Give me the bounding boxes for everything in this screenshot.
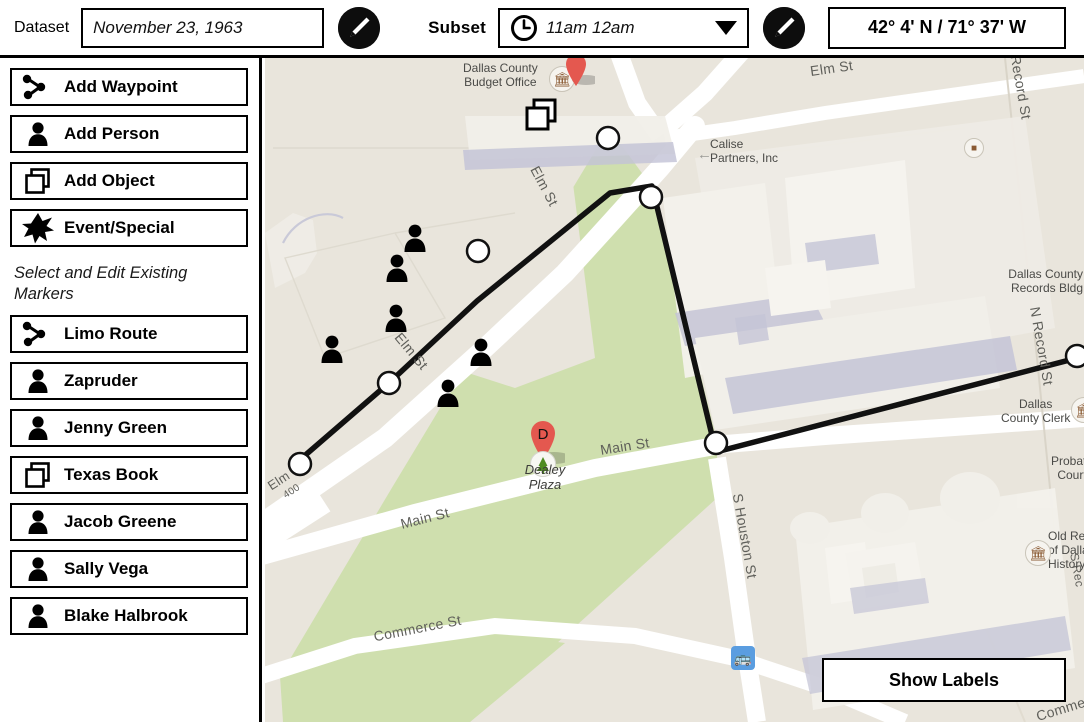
add-person-button[interactable]: Add Person bbox=[10, 115, 248, 153]
map-canvas[interactable]: Elm St Elm St Elm 400 Main St Main St Co… bbox=[265, 58, 1084, 722]
map-marker-person[interactable] bbox=[435, 378, 461, 408]
pencil-icon bbox=[338, 6, 381, 49]
dealey-plaza-label: Dealey Plaza bbox=[524, 462, 566, 492]
pin-letter: D bbox=[538, 426, 549, 443]
subset-label: Subset bbox=[428, 17, 487, 37]
add-object-button[interactable]: Add Object bbox=[10, 162, 248, 200]
add-person-label: Add Person bbox=[64, 124, 160, 143]
map-marker-object[interactable] bbox=[523, 97, 557, 131]
dataset-label: Dataset bbox=[14, 18, 70, 36]
object-icon bbox=[18, 459, 58, 491]
marker-label: Blake Halbrook bbox=[64, 606, 188, 625]
marker-item-blake-halbrook[interactable]: Blake Halbrook bbox=[10, 597, 248, 635]
person-icon bbox=[18, 553, 58, 585]
person-icon bbox=[18, 600, 58, 632]
coordinates-display[interactable]: 42° 4' N / 71° 37' W bbox=[828, 6, 1067, 49]
chevron-down-icon[interactable] bbox=[715, 20, 738, 35]
show-labels-button[interactable]: Show Labels bbox=[822, 658, 1066, 702]
poi-label-calise-partners: Calise Partners, Inc bbox=[710, 137, 779, 165]
poi-label-county-clerk: Dallas County Clerk bbox=[1001, 397, 1071, 425]
coordinates-value: 42° 4' N / 71° 37' W bbox=[868, 17, 1027, 37]
marker-label: Jenny Green bbox=[64, 418, 167, 437]
show-labels-label: Show Labels bbox=[888, 669, 1000, 690]
sidebar: Add Waypoint Add Person Add Object Event… bbox=[0, 58, 262, 722]
waypoint-icon bbox=[18, 318, 58, 350]
poi-label-probate-court: Probate Court bbox=[1051, 454, 1084, 482]
person-icon bbox=[18, 118, 58, 150]
starburst-icon bbox=[18, 212, 58, 244]
poi-label-budget-office: Dallas County Budget Office bbox=[463, 61, 538, 89]
map-marker-person[interactable] bbox=[383, 303, 409, 333]
map-marker-person[interactable] bbox=[384, 253, 410, 283]
marker-label: Jacob Greene bbox=[64, 512, 177, 531]
bus-icon: 🚌 bbox=[731, 646, 755, 670]
map-marker-person[interactable] bbox=[468, 337, 494, 367]
marker-item-zapruder[interactable]: Zapruder bbox=[10, 362, 248, 400]
museum-icon: 🏛 bbox=[1025, 540, 1051, 566]
app-root: Dataset November 23, 1963 Subset 11am 12… bbox=[0, 0, 1084, 722]
marker-label: Zapruder bbox=[64, 371, 138, 390]
subset-dropdown[interactable]: 11am 12am bbox=[498, 7, 750, 48]
poi-label-records-bldg: Dallas County Records Bldg bbox=[1008, 267, 1083, 295]
marker-item-texas-book[interactable]: Texas Book bbox=[10, 456, 248, 494]
object-icon bbox=[525, 98, 557, 131]
square-poi-icon: ■ bbox=[964, 138, 984, 158]
dataset-input[interactable]: November 23, 1963 bbox=[81, 7, 325, 48]
toolbar-header: Dataset November 23, 1963 Subset 11am 12… bbox=[0, 0, 1084, 58]
event-special-button[interactable]: Event/Special bbox=[10, 209, 248, 247]
person-icon bbox=[18, 412, 58, 444]
pencil-icon bbox=[763, 6, 806, 49]
dataset-edit-button[interactable] bbox=[338, 6, 381, 49]
budget-office-pin[interactable] bbox=[561, 58, 595, 94]
marker-label: Limo Route bbox=[64, 324, 158, 343]
marker-item-jacob-greene[interactable]: Jacob Greene bbox=[10, 503, 248, 541]
poi-label-old-red-museum: Old Red Museum of Dallas County History … bbox=[1048, 529, 1084, 571]
map-base-graphics bbox=[265, 58, 1084, 722]
subset-value: 11am 12am bbox=[546, 17, 635, 37]
add-waypoint-button[interactable]: Add Waypoint bbox=[10, 68, 248, 106]
map-marker-person[interactable] bbox=[402, 223, 428, 253]
add-object-label: Add Object bbox=[64, 171, 155, 190]
object-icon bbox=[18, 165, 58, 197]
subset-edit-button[interactable] bbox=[763, 6, 806, 49]
marker-label: Texas Book bbox=[64, 465, 159, 484]
waypoint-icon bbox=[18, 71, 58, 103]
dataset-value: November 23, 1963 bbox=[93, 17, 243, 37]
map-pin-icon bbox=[566, 58, 595, 86]
marker-item-limo-route[interactable]: Limo Route bbox=[10, 315, 248, 353]
person-icon bbox=[18, 365, 58, 397]
marker-item-sally-vega[interactable]: Sally Vega bbox=[10, 550, 248, 588]
marker-item-jenny-green[interactable]: Jenny Green bbox=[10, 409, 248, 447]
event-special-label: Event/Special bbox=[64, 218, 175, 237]
marker-label: Sally Vega bbox=[64, 559, 149, 578]
existing-markers-heading: Select and Edit Existing Markers bbox=[14, 264, 188, 303]
map-marker-person[interactable] bbox=[319, 334, 345, 364]
clock-icon bbox=[511, 14, 538, 41]
person-icon bbox=[18, 506, 58, 538]
add-waypoint-label: Add Waypoint bbox=[64, 77, 178, 96]
